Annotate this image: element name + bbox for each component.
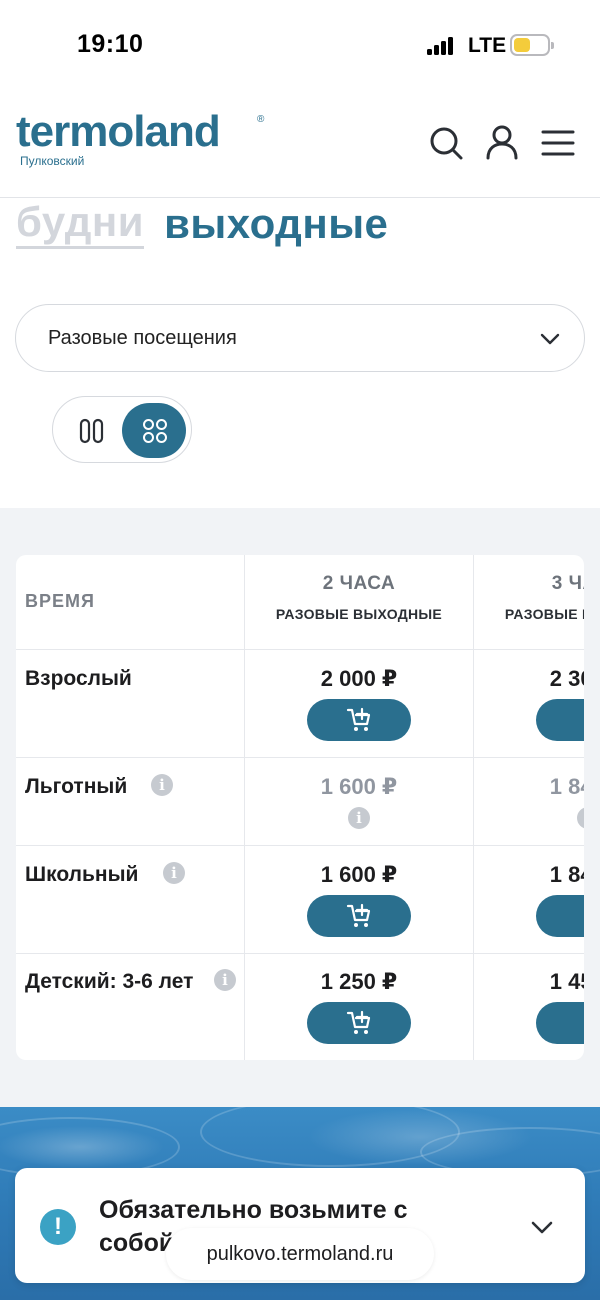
list-view-button[interactable]: [59, 403, 123, 458]
tab-weekdays[interactable]: будни: [16, 198, 145, 249]
add-to-cart-button[interactable]: [536, 895, 584, 937]
duration-header: 2 ЧАСА: [322, 573, 396, 594]
category-label: Взрослый: [25, 667, 132, 690]
price-value: 2 000 ₽: [320, 666, 398, 691]
user-icon[interactable]: [482, 122, 522, 162]
duration-subtitle: РАЗОВЫЕ ВЫХОДНЫЕ: [275, 606, 443, 622]
cart-add-icon: [346, 903, 371, 927]
info-icon[interactable]: i: [214, 969, 236, 991]
grid-icon: [143, 419, 167, 443]
add-to-cart-button[interactable]: [307, 699, 411, 741]
search-icon[interactable]: [426, 122, 466, 162]
site-header: termoland ® Пулковский: [0, 100, 600, 198]
category-label: Школьный: [25, 863, 139, 886]
category-label: Льготный: [25, 775, 128, 798]
price-value: 1 840 ₽: [549, 862, 584, 887]
logo[interactable]: termoland ® Пулковский: [16, 107, 264, 169]
table-column-clipped: 3 ЧАСА РАЗОВЫЕ ВЫХОДНЫЕ 2 300 ₽ 1 840 ₽ …: [474, 555, 584, 1060]
menu-icon[interactable]: [538, 122, 578, 162]
info-icon[interactable]: i: [348, 807, 370, 829]
columns-icon: [79, 418, 104, 444]
price-table: ВРЕМЯ 2 ЧАСА РАЗОВЫЕ ВЫХОДНЫЕ Взрослый 2…: [16, 555, 584, 1060]
browser-address-bar[interactable]: pulkovo.termoland.ru: [166, 1228, 434, 1280]
ticket-type-select[interactable]: Разовые посещения: [15, 304, 585, 372]
price-value: 1 600 ₽: [320, 862, 398, 887]
chevron-down-icon: [529, 1214, 555, 1240]
add-to-cart-button[interactable]: [307, 895, 411, 937]
add-to-cart-button[interactable]: [307, 1002, 411, 1044]
logo-registered-mark: ®: [257, 114, 265, 125]
info-icon[interactable]: i: [577, 807, 584, 829]
duration-subtitle: РАЗОВЫЕ ВЫХОДНЫЕ: [504, 606, 584, 622]
alert-icon: !: [40, 1209, 76, 1245]
price-value: 1 450 ₽: [549, 969, 584, 994]
page: 19:10 LTE termoland ® Пулковский будни в…: [0, 0, 600, 1300]
tab-weekend[interactable]: выходные: [164, 198, 388, 250]
price-value: 1 600 ₽: [320, 774, 398, 799]
price-value: 1 840 ₽: [549, 774, 584, 799]
day-tabs: будни выходные: [16, 198, 388, 254]
duration-header: 3 ЧАСА: [551, 573, 584, 594]
location-name: Пулковский: [20, 154, 85, 168]
price-value: 2 300 ₽: [549, 666, 584, 691]
logo-wordmark: termoland: [16, 107, 221, 156]
cart-add-icon: [346, 1010, 371, 1034]
signal-icon: [427, 35, 459, 55]
status-bar: 19:10 LTE: [0, 0, 600, 90]
time-header: ВРЕМЯ: [25, 591, 95, 611]
add-to-cart-button[interactable]: [536, 699, 584, 741]
view-toggle: [52, 396, 192, 463]
battery-icon: [510, 34, 554, 56]
cart-add-icon: [346, 707, 371, 731]
network-type: LTE: [468, 34, 507, 57]
ticket-type-value: Разовые посещения: [48, 327, 237, 349]
url-text: pulkovo.termoland.ru: [206, 1243, 394, 1265]
chevron-down-icon: [538, 327, 562, 351]
category-label: Детский: 3-6 лет: [25, 970, 194, 993]
grid-view-button[interactable]: [122, 403, 186, 458]
info-icon[interactable]: i: [163, 862, 185, 884]
status-time: 19:10: [77, 30, 144, 58]
info-icon[interactable]: i: [151, 774, 173, 796]
add-to-cart-button[interactable]: [536, 1002, 584, 1044]
price-value: 1 250 ₽: [320, 969, 398, 994]
